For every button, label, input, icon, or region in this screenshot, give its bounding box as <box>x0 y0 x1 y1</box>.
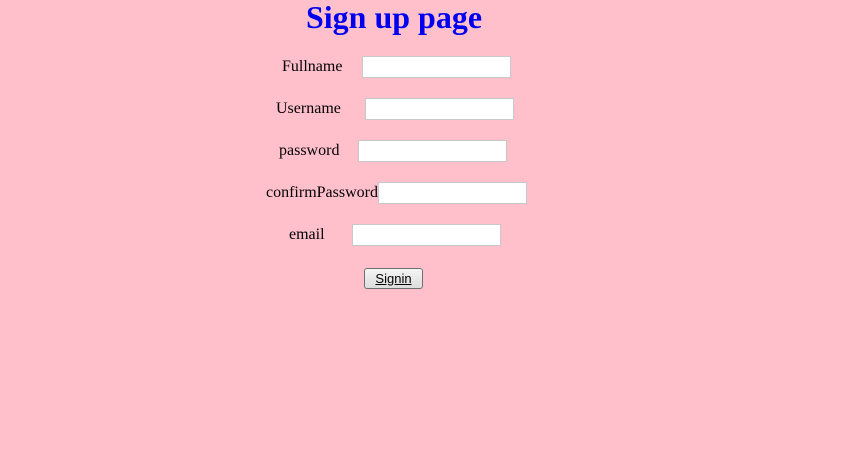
email-row: email <box>289 224 501 246</box>
signin-button[interactable]: Signin <box>364 268 423 289</box>
username-input[interactable] <box>364 98 514 120</box>
username-row: Username <box>276 98 514 120</box>
email-label: email <box>289 226 325 243</box>
email-input[interactable] <box>351 224 501 246</box>
fullname-row: Fullname <box>282 56 512 78</box>
password-row: password <box>279 140 508 162</box>
fullname-input[interactable] <box>362 56 512 78</box>
fullname-label: Fullname <box>282 58 343 75</box>
confirm-password-label: confirmPassword <box>266 184 378 201</box>
password-input[interactable] <box>358 140 508 162</box>
password-label: password <box>279 142 340 159</box>
username-label: Username <box>276 100 341 117</box>
confirm-password-input[interactable] <box>377 182 527 204</box>
confirm-password-row: confirmPassword <box>266 182 527 204</box>
page-title: Sign up page <box>305 0 483 35</box>
